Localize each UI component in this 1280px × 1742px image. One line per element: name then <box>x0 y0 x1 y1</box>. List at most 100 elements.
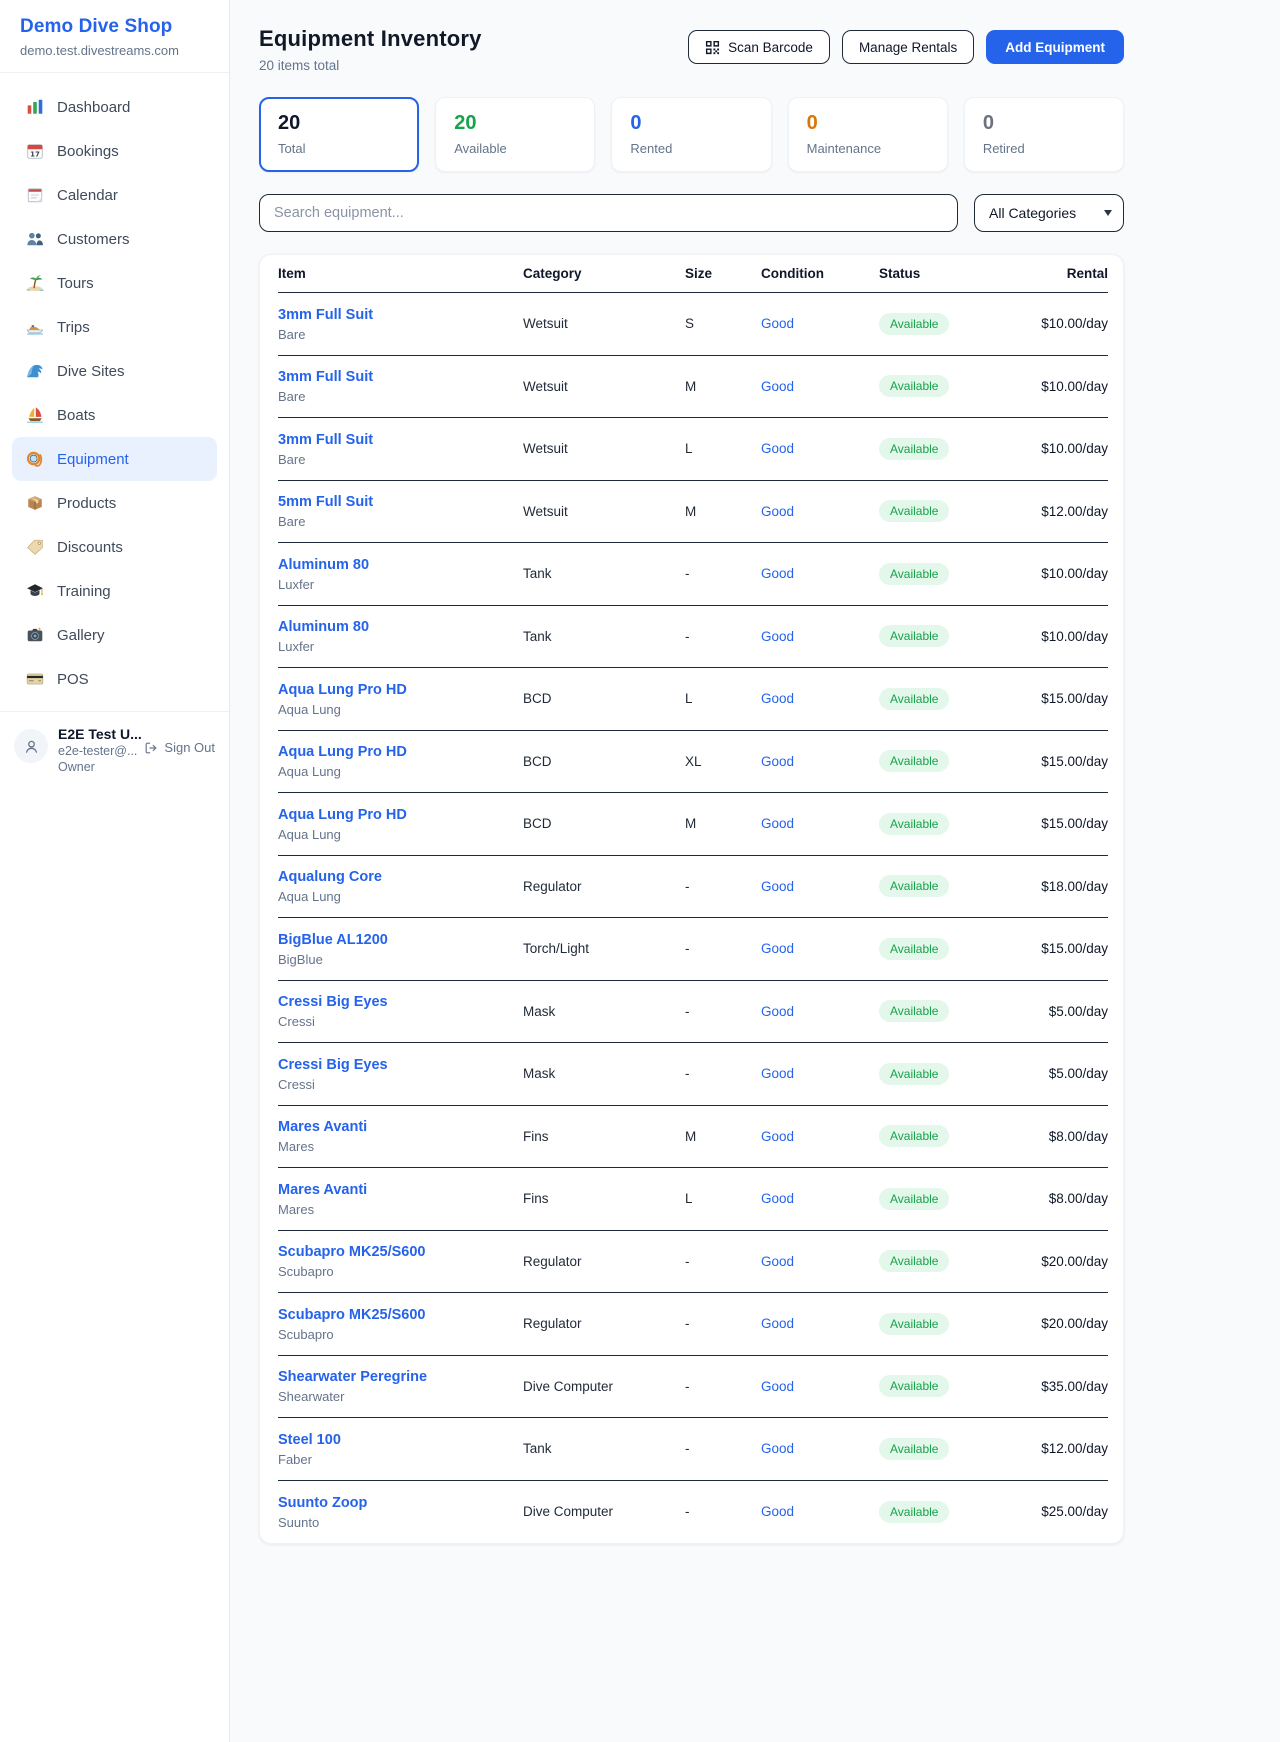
item-condition[interactable]: Good <box>761 1066 879 1081</box>
item-link[interactable]: Scubapro MK25/S600 <box>278 1244 425 1260</box>
item-condition[interactable]: Good <box>761 629 879 644</box>
item-condition[interactable]: Good <box>761 441 879 456</box>
item-size: L <box>685 691 761 706</box>
trips-icon <box>26 318 44 336</box>
item-link[interactable]: Mares Avanti <box>278 1119 367 1135</box>
item-size: M <box>685 1129 761 1144</box>
table-row[interactable]: Aqua Lung Pro HD Aqua Lung BCD XL Good A… <box>278 731 1108 794</box>
table-row[interactable]: Mares Avanti Mares Fins M Good Available… <box>278 1106 1108 1169</box>
sidebar-item-dashboard[interactable]: Dashboard <box>12 85 217 129</box>
item-link[interactable]: Aqua Lung Pro HD <box>278 807 407 823</box>
item-link[interactable]: Aqua Lung Pro HD <box>278 682 407 698</box>
add-equipment-button[interactable]: Add Equipment <box>986 30 1124 64</box>
table-row[interactable]: 3mm Full Suit Bare Wetsuit M Good Availa… <box>278 356 1108 419</box>
sidebar-item-trips[interactable]: Trips <box>12 305 217 349</box>
table-row[interactable]: Aqua Lung Pro HD Aqua Lung BCD L Good Av… <box>278 668 1108 731</box>
table-row[interactable]: Mares Avanti Mares Fins L Good Available… <box>278 1168 1108 1231</box>
item-link[interactable]: 3mm Full Suit <box>278 369 373 385</box>
sidebar-item-training[interactable]: Training <box>12 569 217 613</box>
item-link[interactable]: BigBlue AL1200 <box>278 932 388 948</box>
item-condition[interactable]: Good <box>761 1004 879 1019</box>
boats-icon <box>26 406 44 424</box>
item-condition[interactable]: Good <box>761 879 879 894</box>
status-cell: Available <box>879 1125 1034 1147</box>
stat-card-total[interactable]: 20 Total <box>259 97 419 172</box>
scan-barcode-button[interactable]: Scan Barcode <box>688 30 830 64</box>
item-link[interactable]: Suunto Zoop <box>278 1495 367 1511</box>
item-condition[interactable]: Good <box>761 816 879 831</box>
item-link[interactable]: 5mm Full Suit <box>278 494 373 510</box>
item-condition[interactable]: Good <box>761 1254 879 1269</box>
table-row[interactable]: Aluminum 80 Luxfer Tank - Good Available… <box>278 543 1108 606</box>
table-row[interactable]: Scubapro MK25/S600 Scubapro Regulator - … <box>278 1293 1108 1356</box>
table-row[interactable]: Scubapro MK25/S600 Scubapro Regulator - … <box>278 1231 1108 1294</box>
item-link[interactable]: Cressi Big Eyes <box>278 994 388 1010</box>
stat-card-available[interactable]: 20 Available <box>435 97 595 172</box>
sidebar-item-products[interactable]: Products <box>12 481 217 525</box>
table-row[interactable]: BigBlue AL1200 BigBlue Torch/Light - Goo… <box>278 918 1108 981</box>
item-cell: Mares Avanti Mares <box>278 1118 523 1154</box>
svg-text:17: 17 <box>30 150 40 158</box>
item-link[interactable]: Cressi Big Eyes <box>278 1057 388 1073</box>
category-select[interactable]: All Categories <box>974 194 1124 232</box>
table-row[interactable]: Cressi Big Eyes Cressi Mask - Good Avail… <box>278 981 1108 1044</box>
item-brand: Cressi <box>278 1077 523 1092</box>
table-row[interactable]: Shearwater Peregrine Shearwater Dive Com… <box>278 1356 1108 1419</box>
item-link[interactable]: Steel 100 <box>278 1432 341 1448</box>
table-row[interactable]: Suunto Zoop Suunto Dive Computer - Good … <box>278 1481 1108 1544</box>
item-rental: $5.00/day <box>1034 1066 1108 1081</box>
sidebar-item-dive-sites[interactable]: Dive Sites <box>12 349 217 393</box>
item-category: Wetsuit <box>523 441 685 456</box>
item-condition[interactable]: Good <box>761 941 879 956</box>
item-condition[interactable]: Good <box>761 566 879 581</box>
sidebar-item-tours[interactable]: Tours <box>12 261 217 305</box>
item-size: S <box>685 316 761 331</box>
item-condition[interactable]: Good <box>761 1129 879 1144</box>
item-link[interactable]: Aluminum 80 <box>278 619 369 635</box>
table-row[interactable]: Aqualung Core Aqua Lung Regulator - Good… <box>278 856 1108 919</box>
item-condition[interactable]: Good <box>761 1441 879 1456</box>
item-link[interactable]: 3mm Full Suit <box>278 307 373 323</box>
stat-card-maintenance[interactable]: 0 Maintenance <box>788 97 948 172</box>
item-condition[interactable]: Good <box>761 1316 879 1331</box>
item-rental: $20.00/day <box>1034 1316 1108 1331</box>
manage-rentals-button[interactable]: Manage Rentals <box>842 30 974 64</box>
sidebar-item-customers[interactable]: Customers <box>12 217 217 261</box>
item-condition[interactable]: Good <box>761 1379 879 1394</box>
item-rental: $8.00/day <box>1034 1191 1108 1206</box>
item-link[interactable]: Scubapro MK25/S600 <box>278 1307 425 1323</box>
item-link[interactable]: 3mm Full Suit <box>278 432 373 448</box>
sidebar-item-boats[interactable]: Boats <box>12 393 217 437</box>
table-row[interactable]: 3mm Full Suit Bare Wetsuit L Good Availa… <box>278 418 1108 481</box>
item-condition[interactable]: Good <box>761 1504 879 1519</box>
sidebar-item-discounts[interactable]: Discounts <box>12 525 217 569</box>
stat-label-retired: Retired <box>983 141 1105 156</box>
table-row[interactable]: Cressi Big Eyes Cressi Mask - Good Avail… <box>278 1043 1108 1106</box>
item-condition[interactable]: Good <box>761 1191 879 1206</box>
item-link[interactable]: Aluminum 80 <box>278 557 369 573</box>
sidebar-item-pos[interactable]: POS <box>12 657 217 701</box>
sidebar-item-equipment[interactable]: Equipment <box>12 437 217 481</box>
table-row[interactable]: 3mm Full Suit Bare Wetsuit S Good Availa… <box>278 293 1108 356</box>
item-condition[interactable]: Good <box>761 691 879 706</box>
item-condition[interactable]: Good <box>761 504 879 519</box>
item-condition[interactable]: Good <box>761 754 879 769</box>
sidebar-item-calendar[interactable]: Calendar <box>12 173 217 217</box>
item-link[interactable]: Aqualung Core <box>278 869 382 885</box>
item-condition[interactable]: Good <box>761 316 879 331</box>
sidebar-item-label: Gallery <box>57 627 105 644</box>
search-input[interactable] <box>259 194 958 232</box>
stat-card-rented[interactable]: 0 Rented <box>611 97 771 172</box>
item-link[interactable]: Mares Avanti <box>278 1182 367 1198</box>
stat-card-retired[interactable]: 0 Retired <box>964 97 1124 172</box>
sidebar-item-gallery[interactable]: Gallery <box>12 613 217 657</box>
table-row[interactable]: Steel 100 Faber Tank - Good Available $1… <box>278 1418 1108 1481</box>
item-link[interactable]: Shearwater Peregrine <box>278 1369 427 1385</box>
item-condition[interactable]: Good <box>761 379 879 394</box>
sign-out-button[interactable]: Sign Out <box>144 740 215 755</box>
sidebar-item-bookings[interactable]: 17 Bookings <box>12 129 217 173</box>
item-link[interactable]: Aqua Lung Pro HD <box>278 744 407 760</box>
table-row[interactable]: 5mm Full Suit Bare Wetsuit M Good Availa… <box>278 481 1108 544</box>
table-row[interactable]: Aluminum 80 Luxfer Tank - Good Available… <box>278 606 1108 669</box>
table-row[interactable]: Aqua Lung Pro HD Aqua Lung BCD M Good Av… <box>278 793 1108 856</box>
